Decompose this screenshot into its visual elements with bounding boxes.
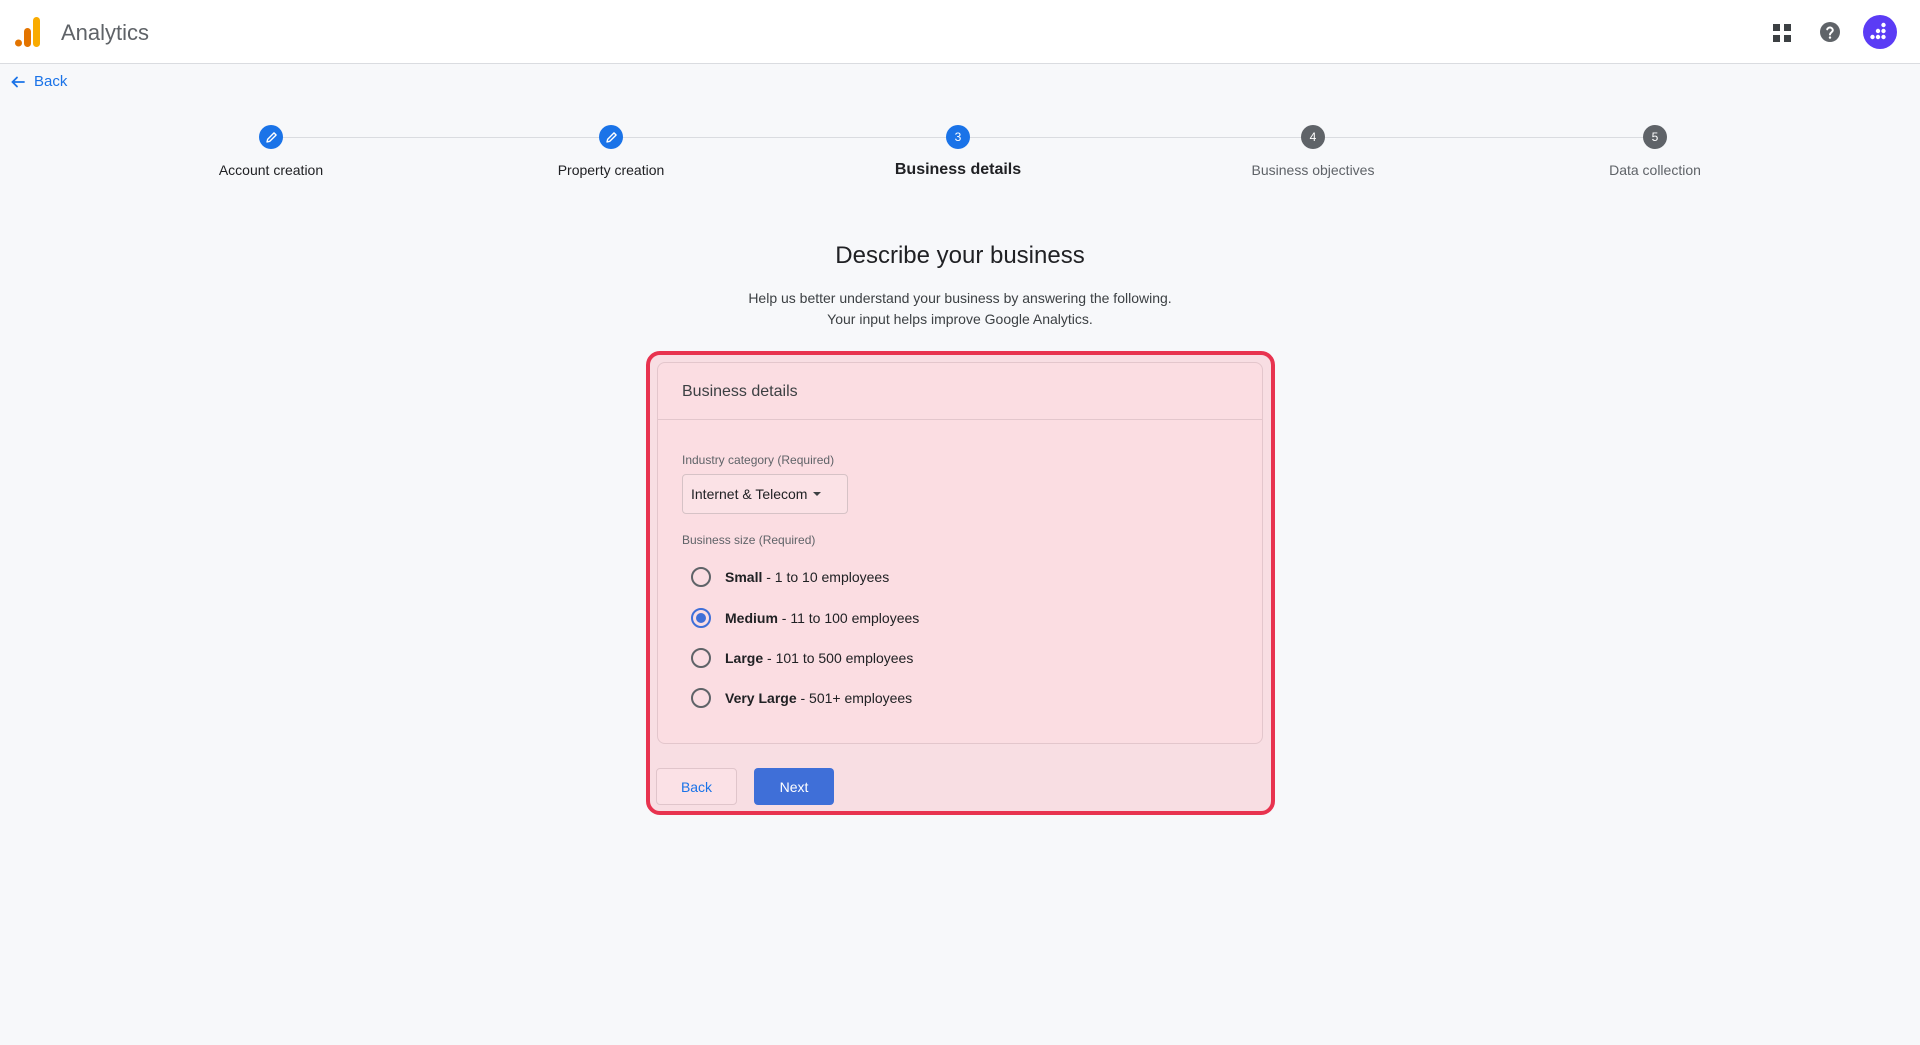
- apps-grid-icon[interactable]: [1771, 22, 1793, 44]
- step-label: Data collection: [1609, 162, 1701, 178]
- step-number-dot: 5: [1643, 125, 1667, 149]
- step-label: Business objectives: [1251, 162, 1375, 178]
- radio-button[interactable]: [691, 688, 711, 708]
- size-option-large[interactable]: Large - 101 to 500 employees: [691, 648, 913, 668]
- step-property-creation: Property creation: [491, 125, 731, 178]
- step-done-dot: [259, 125, 283, 149]
- step-number-dot: 3: [946, 125, 970, 149]
- industry-label: Industry category (Required): [682, 453, 835, 467]
- step-business-objectives: 4 Business objectives: [1193, 125, 1433, 178]
- step-label: Account creation: [218, 162, 324, 178]
- page-title: Describe your business: [835, 242, 1085, 269]
- step-done-dot: [599, 125, 623, 149]
- page-subtext-line1: Help us better understand your business …: [748, 290, 1172, 306]
- business-size-label: Business size (Required): [682, 533, 816, 547]
- caret-down-icon: [813, 492, 822, 496]
- industry-select-value: Internet & Telecom: [691, 486, 808, 502]
- radio-button[interactable]: [691, 567, 711, 587]
- back-link-label: Back: [34, 73, 68, 90]
- radio-label: Very Large - 501+ employees: [725, 690, 913, 706]
- step-data-collection: 5 Data collection: [1535, 125, 1775, 178]
- arrow-left-icon: [11, 76, 25, 87]
- size-option-small[interactable]: Small - 1 to 10 employees: [691, 567, 889, 587]
- avatar-icon: [1870, 22, 1886, 40]
- size-option-medium[interactable]: Medium - 11 to 100 employees: [691, 608, 919, 628]
- step-label: Property creation: [557, 162, 665, 178]
- step-account-creation: Account creation: [151, 125, 391, 178]
- back-link[interactable]: Back: [10, 73, 67, 90]
- back-button[interactable]: Back: [656, 768, 737, 805]
- analytics-logo: [15, 17, 40, 47]
- avatar[interactable]: [1863, 15, 1897, 49]
- industry-select[interactable]: Internet & Telecom: [682, 474, 848, 514]
- radio-label: Small - 1 to 10 employees: [725, 569, 890, 585]
- size-option-very-large[interactable]: Very Large - 501+ employees: [691, 688, 912, 708]
- top-bar: Analytics: [0, 0, 1920, 64]
- card-title: Business details: [658, 363, 1262, 420]
- next-button[interactable]: Next: [754, 768, 834, 805]
- page-subtext-line2: Your input helps improve Google Analytic…: [827, 311, 1093, 327]
- radio-label: Large - 101 to 500 employees: [725, 650, 914, 666]
- radio-label: Medium - 11 to 100 employees: [725, 610, 920, 626]
- pencil-icon: [605, 131, 617, 143]
- business-details-card: Business details Industry category (Requ…: [657, 362, 1263, 744]
- radio-button[interactable]: [691, 648, 711, 668]
- radio-button-selected[interactable]: [691, 608, 711, 628]
- pencil-icon: [265, 131, 277, 143]
- step-business-details: 3 Business details: [838, 125, 1078, 179]
- app-title: Analytics: [61, 20, 150, 45]
- step-label: Business details: [894, 161, 1022, 178]
- step-number-dot: 4: [1301, 125, 1325, 149]
- help-icon[interactable]: [1818, 20, 1842, 44]
